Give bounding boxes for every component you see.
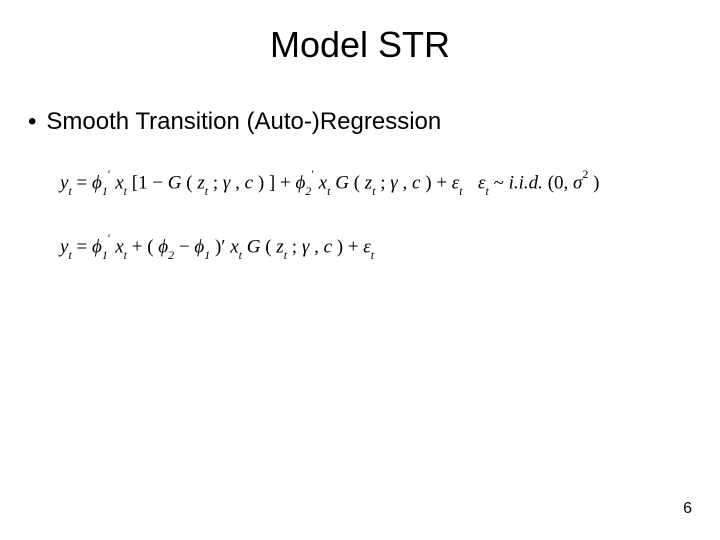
slide-title: Model STR [0, 24, 720, 66]
eq1-x1: x [115, 172, 123, 193]
dist-eps-sub: t [486, 184, 489, 198]
eq1-c2: c [412, 172, 420, 193]
eq3-phi2: ϕ [158, 236, 168, 257]
eq1-rp2: ) [425, 172, 431, 193]
eq1-semi2: ; [380, 172, 390, 193]
eq1-lp1: ( [186, 172, 192, 193]
eq3-pluseps: + [348, 236, 363, 257]
eq3-gl: ( [265, 236, 271, 257]
eq3-G: G [247, 236, 261, 257]
eq1-gamma2: γ [390, 172, 398, 193]
eq1-comma2: , [403, 172, 413, 193]
eq1-gamma1: γ [223, 172, 231, 193]
eq3-semi: ; [292, 236, 302, 257]
eq3-minus: − [179, 236, 194, 257]
eq1-rp1: ) [258, 172, 264, 193]
eq3-eq: = [77, 236, 92, 257]
eq3-x2: x [230, 236, 238, 257]
eq3-x1: x [115, 236, 123, 257]
eq3-phi1a: ϕ [92, 236, 102, 257]
dist-iid: i.i.d. [509, 172, 543, 193]
eq3-gr: ) [337, 236, 343, 257]
eq1-x2: x [319, 172, 327, 193]
eq1-lbrack: [1 − [132, 172, 168, 193]
dist-close: ) [593, 172, 599, 193]
dist-sigma-sq: 2 [582, 167, 588, 181]
eq3-phi2-sub: 2 [168, 248, 174, 262]
slide: Model STR • Smooth Transition (Auto-)Reg… [0, 0, 720, 540]
eq3-phi1b-sub: 1 [204, 248, 210, 262]
eq1-phi1-prime: ′ [108, 167, 111, 181]
eq1-eq: = [77, 172, 92, 193]
eq1-phi2: ϕ [295, 172, 305, 193]
eq3-z-sub: t [284, 248, 287, 262]
eq1-eps-sub: t [459, 184, 462, 198]
eq3-c: c [324, 236, 332, 257]
dist-args: (0, [548, 172, 573, 193]
eq1-x2-sub: t [327, 184, 330, 198]
eq1-rbrack: ] + [269, 172, 296, 193]
equation-1: yt = ϕ1′ xt [1 − G ( zt ; γ , c ) ] + ϕ2… [60, 170, 463, 197]
eq1-G1: G [168, 172, 182, 193]
eq3-rpprime: )′ [215, 236, 225, 257]
eq1-comma1: , [235, 172, 245, 193]
dist-tilde: ~ [494, 172, 509, 193]
equation-2: yt = ϕ1′ xt + ( ϕ2 − ϕ1 )′ xt G ( zt ; γ… [60, 234, 374, 261]
equation-dist: εt ~ i.i.d. (0, σ2 ) [478, 170, 599, 197]
eq3-eps-sub: t [371, 248, 374, 262]
eq1-c1: c [245, 172, 253, 193]
bullet-item: • Smooth Transition (Auto-)Regression [28, 108, 441, 136]
eq3-plus: + ( [132, 236, 154, 257]
eq1-semi1: ; [213, 172, 223, 193]
eq3-x1-sub: t [124, 248, 127, 262]
eq1-phi2-sub: 2 [305, 184, 311, 198]
eq1-z2-sub: t [372, 184, 375, 198]
eq1-y-sub: t [68, 184, 71, 198]
eq1-pluseps: + [436, 172, 451, 193]
eq3-eps: ε [363, 236, 371, 257]
eq3-comma: , [314, 236, 324, 257]
bullet-marker: • [28, 108, 36, 136]
eq1-x1-sub: t [124, 184, 127, 198]
bullet-text: Smooth Transition (Auto-)Regression [46, 108, 441, 136]
eq1-phi2-prime: ′ [311, 167, 314, 181]
eq1-z1-sub: t [205, 184, 208, 198]
eq3-phi1b: ϕ [194, 236, 204, 257]
eq1-phi1-sub: 1 [102, 184, 108, 198]
eq1-phi1: ϕ [92, 172, 102, 193]
eq1-G2: G [335, 172, 349, 193]
eq1-z1: z [197, 172, 204, 193]
eq3-phi1a-sub: 1 [102, 248, 108, 262]
eq3-z: z [276, 236, 283, 257]
dist-eps: ε [478, 172, 486, 193]
page-number: 6 [683, 500, 692, 518]
eq1-lp2: ( [354, 172, 360, 193]
eq3-x2-sub: t [239, 248, 242, 262]
dist-sigma: σ [573, 172, 582, 193]
eq3-gamma: γ [302, 236, 310, 257]
eq3-y-sub: t [68, 248, 71, 262]
eq3-phi1a-prime: ′ [108, 231, 111, 245]
